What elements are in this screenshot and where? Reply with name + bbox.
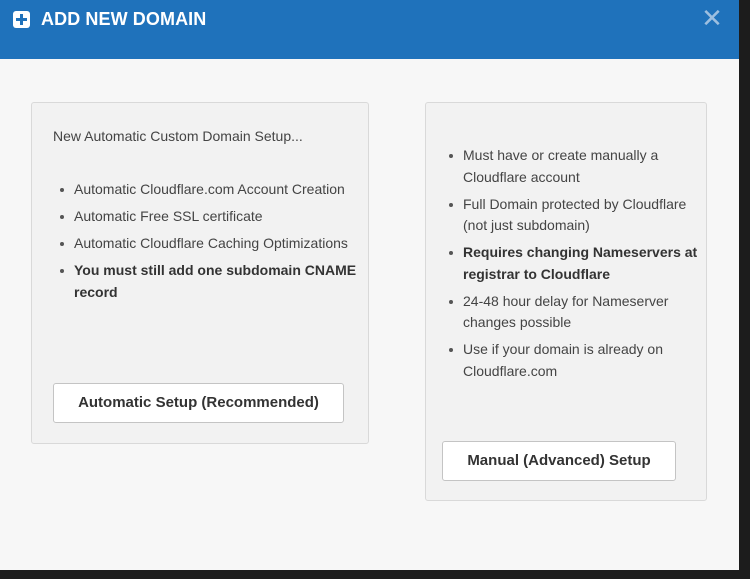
automatic-setup-panel: New Automatic Custom Domain Setup... Aut… bbox=[31, 102, 369, 444]
list-item: Requires changing Nameservers at registr… bbox=[446, 242, 701, 285]
manual-setup-panel: Must have or create manually a Cloudflar… bbox=[425, 102, 707, 501]
manual-setup-button[interactable]: Manual (Advanced) Setup bbox=[442, 441, 676, 481]
list-item: You must still add one subdomain CNAME r… bbox=[57, 260, 357, 303]
list-item: Automatic Cloudflare.com Account Creatio… bbox=[57, 179, 357, 201]
list-item: Full Domain protected by Cloudflare (not… bbox=[446, 194, 701, 237]
screenshot-frame: ADD NEW DOMAIN ✕ New Automatic Custom Do… bbox=[0, 0, 750, 579]
plus-square-icon bbox=[13, 11, 30, 28]
list-item: Must have or create manually a Cloudflar… bbox=[446, 145, 701, 188]
list-item: Automatic Free SSL certificate bbox=[57, 206, 357, 228]
automatic-features-list: Automatic Cloudflare.com Account Creatio… bbox=[57, 179, 357, 309]
list-item: 24-48 hour delay for Nameserver changes … bbox=[446, 291, 701, 334]
automatic-setup-intro: New Automatic Custom Domain Setup... bbox=[53, 128, 303, 144]
automatic-setup-button[interactable]: Automatic Setup (Recommended) bbox=[53, 383, 344, 423]
close-icon[interactable]: ✕ bbox=[700, 6, 724, 32]
modal-header: ADD NEW DOMAIN ✕ bbox=[0, 0, 739, 59]
list-item: Automatic Cloudflare Caching Optimizatio… bbox=[57, 233, 357, 255]
list-item: Use if your domain is already on Cloudfl… bbox=[446, 339, 701, 382]
modal-title: ADD NEW DOMAIN bbox=[41, 9, 207, 29]
manual-features-list: Must have or create manually a Cloudflar… bbox=[446, 145, 701, 388]
add-domain-modal: ADD NEW DOMAIN ✕ New Automatic Custom Do… bbox=[0, 0, 739, 570]
